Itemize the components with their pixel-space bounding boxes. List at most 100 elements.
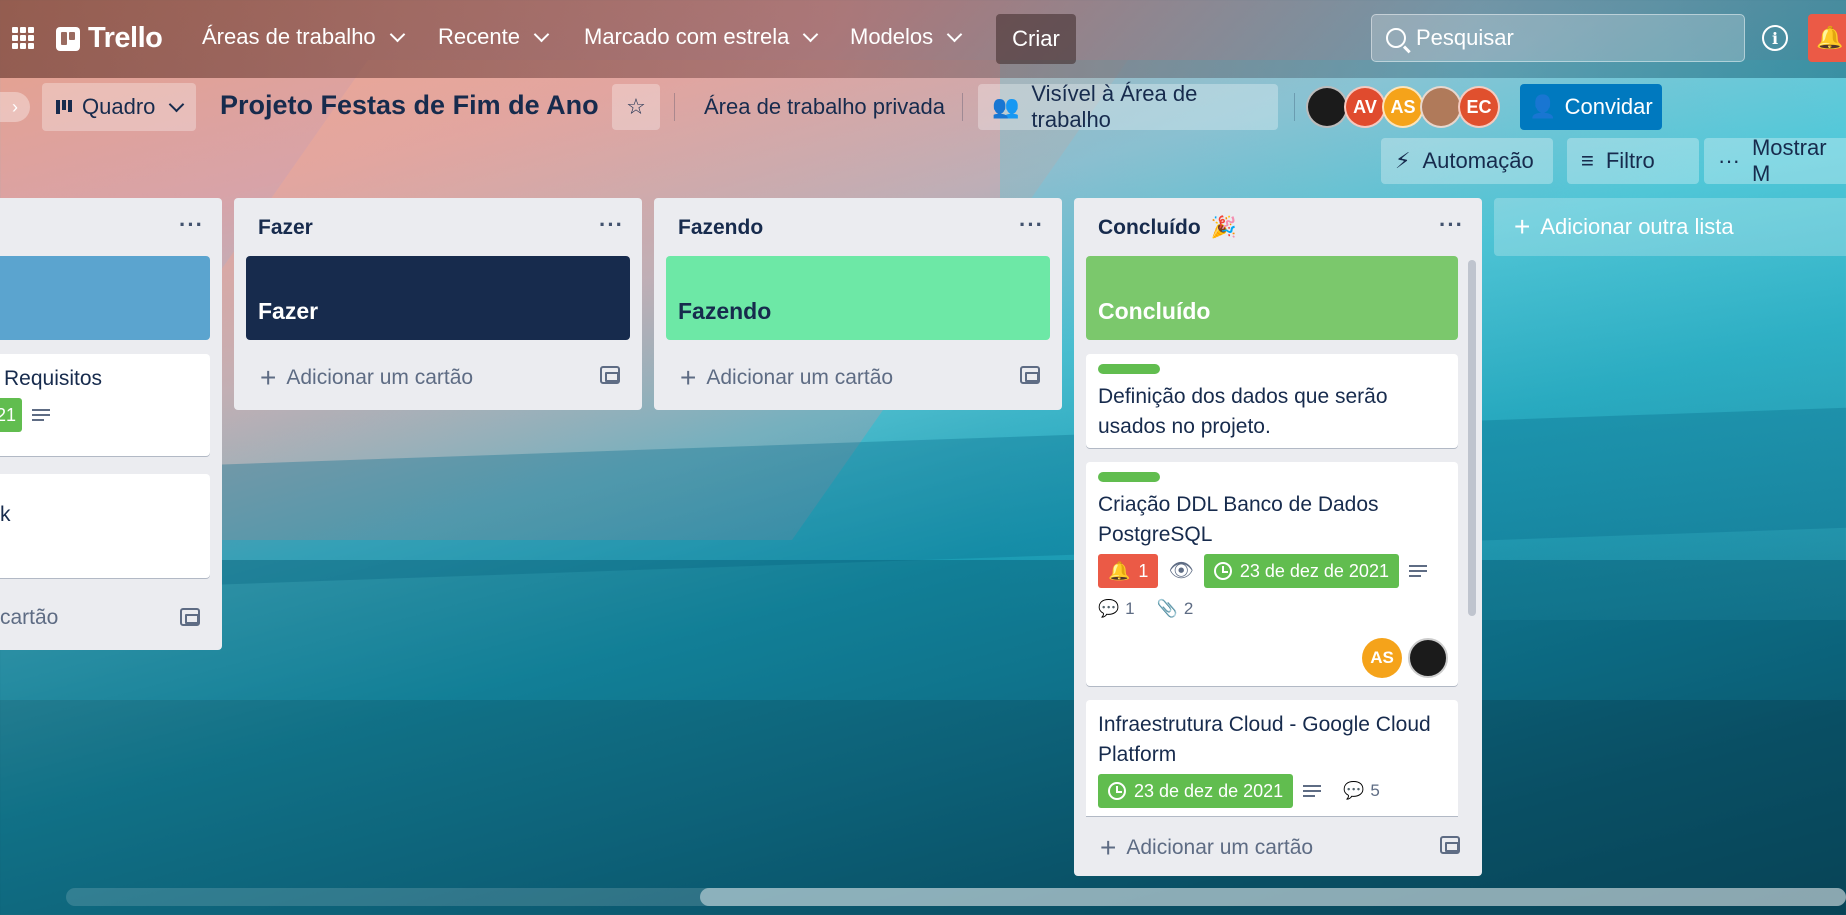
add-card-button[interactable]: + Adicionar um cartão bbox=[1100, 832, 1313, 864]
card-members: AS bbox=[1362, 638, 1448, 678]
divider bbox=[962, 93, 963, 121]
filter-icon: ≡ bbox=[1581, 148, 1594, 173]
workspace-visibility-button[interactable]: Área de trabalho privada bbox=[690, 84, 959, 130]
card-template-icon[interactable] bbox=[600, 366, 620, 384]
list-title[interactable]: Fazendo bbox=[678, 216, 763, 240]
card[interactable]: Infraestrutura Cloud - Google Cloud Plat… bbox=[1086, 700, 1458, 816]
plus-icon: + bbox=[1100, 832, 1117, 863]
star-board-button[interactable]: ☆ bbox=[612, 84, 660, 130]
menu-workspaces-label: Áreas de trabalho bbox=[202, 24, 376, 49]
invite-button[interactable]: 👤 Convidar bbox=[1520, 84, 1662, 130]
automation-label: Automação bbox=[1422, 148, 1534, 173]
due-date-badge[interactable]: 23 de dez de 2021 bbox=[1098, 774, 1294, 808]
avatar[interactable]: AV bbox=[1344, 86, 1386, 128]
menu-templates[interactable]: Modelos bbox=[850, 24, 963, 50]
comments-count: 5 bbox=[1370, 781, 1380, 800]
card[interactable]: Criação DDL Banco de Dados PostgreSQL 🔔 … bbox=[1086, 462, 1458, 686]
divider bbox=[1294, 93, 1295, 121]
list-fazer: Fazer ··· Fazer + Adicionar um cartão bbox=[234, 198, 642, 410]
info-icon[interactable]: i bbox=[1762, 25, 1788, 51]
background-shape bbox=[0, 560, 1846, 700]
more-icon: ··· bbox=[1718, 148, 1740, 173]
description-icon bbox=[1303, 785, 1322, 797]
add-list-button[interactable]: + Adicionar outra lista bbox=[1494, 198, 1846, 256]
add-card-button[interactable]: cartão bbox=[0, 606, 58, 630]
avatar[interactable]: EC bbox=[1458, 86, 1500, 128]
due-date: 23 de dez de 2021 bbox=[1239, 561, 1389, 581]
add-card-button[interactable]: + Adicionar um cartão bbox=[260, 362, 473, 394]
card-template-icon[interactable] bbox=[180, 608, 200, 626]
card-title: Requisitos bbox=[4, 367, 103, 390]
list-menu-icon[interactable]: ··· bbox=[599, 212, 624, 238]
due-date-badge[interactable]: 23 de dez de 2021 bbox=[1203, 554, 1399, 588]
background-shape bbox=[0, 407, 1846, 593]
create-button[interactable]: Criar bbox=[996, 14, 1076, 64]
app-switcher-icon[interactable] bbox=[12, 27, 34, 49]
show-menu-label: Mostrar M bbox=[1751, 135, 1827, 186]
chevron-down-icon bbox=[169, 96, 185, 112]
menu-starred-label: Marcado com estrela bbox=[584, 24, 790, 49]
card-template-icon[interactable] bbox=[1020, 366, 1040, 384]
chevron-down-icon bbox=[803, 26, 819, 42]
list-menu-icon[interactable]: ··· bbox=[1439, 212, 1464, 238]
card-title: Criação DDL Banco de Dados PostgreSQL bbox=[1098, 493, 1379, 546]
notification-badge: 🔔 1 bbox=[1098, 554, 1159, 588]
card[interactable]: k bbox=[0, 474, 210, 578]
description-icon bbox=[32, 409, 51, 421]
add-card-button[interactable]: + Adicionar um cartão bbox=[680, 362, 893, 394]
divider bbox=[674, 93, 675, 121]
filter-button[interactable]: ≡ Filtro bbox=[1567, 138, 1699, 184]
board-visibility-button[interactable]: 👥 Visível à Área de trabalho bbox=[978, 81, 1278, 132]
add-card-label: Adicionar um cartão bbox=[706, 366, 894, 389]
show-menu-button[interactable]: ··· Mostrar M bbox=[1704, 135, 1846, 186]
board-view-switcher[interactable]: Quadro bbox=[42, 83, 196, 131]
list-menu-icon[interactable]: ··· bbox=[1019, 212, 1044, 238]
cover-card[interactable]: Fazer bbox=[246, 256, 630, 340]
menu-recent[interactable]: Recente bbox=[438, 24, 550, 50]
party-icon: 🎉 bbox=[1210, 216, 1237, 239]
avatar[interactable] bbox=[1408, 638, 1448, 678]
chevron-down-icon bbox=[389, 26, 405, 42]
avatar[interactable] bbox=[1306, 86, 1348, 128]
avatar[interactable]: AS bbox=[1382, 86, 1424, 128]
card[interactable]: Requisitos 21 bbox=[0, 354, 210, 456]
attachments-count: 2 bbox=[1183, 599, 1194, 618]
list-header[interactable]: Concluído 🎉 bbox=[1098, 216, 1237, 240]
background-shape bbox=[0, 700, 1846, 915]
star-icon: ☆ bbox=[626, 94, 646, 119]
clock-icon bbox=[1213, 562, 1232, 580]
expand-sidebar-button[interactable]: › bbox=[0, 92, 30, 122]
avatar[interactable]: AS bbox=[1362, 638, 1402, 678]
avatar[interactable] bbox=[1420, 86, 1462, 128]
notification-count: 1 bbox=[1138, 561, 1149, 581]
menu-workspaces[interactable]: Áreas de trabalho bbox=[202, 24, 405, 50]
horizontal-scrollbar-thumb[interactable] bbox=[700, 888, 1846, 906]
comment-icon: 💬 bbox=[1343, 781, 1365, 800]
list-menu-icon[interactable]: ··· bbox=[179, 212, 204, 238]
search-input[interactable]: Pesquisar bbox=[1371, 14, 1745, 62]
trello-logo[interactable]: Trello bbox=[56, 22, 163, 55]
cover-card[interactable] bbox=[0, 256, 210, 340]
chevron-right-icon: › bbox=[12, 96, 18, 117]
board-view-label: Quadro bbox=[82, 94, 156, 119]
search-icon bbox=[1386, 28, 1406, 48]
card-template-icon[interactable] bbox=[1440, 836, 1460, 854]
search-placeholder: Pesquisar bbox=[1416, 25, 1514, 50]
notifications-button[interactable]: 🔔 bbox=[1808, 14, 1846, 62]
list-title[interactable]: Fazer bbox=[258, 216, 313, 240]
card[interactable]: Definição dos dados que serão usados no … bbox=[1086, 354, 1458, 448]
cover-card[interactable]: Fazendo bbox=[666, 256, 1050, 340]
board-title[interactable]: Projeto Festas de Fim de Ano bbox=[220, 90, 599, 121]
attachments-badge: 📎 2 bbox=[1157, 594, 1194, 624]
comments-count: 1 bbox=[1125, 599, 1135, 618]
card-title: Infraestrutura Cloud - Google Cloud Plat… bbox=[1098, 713, 1431, 766]
automation-button[interactable]: ⚡ Automação bbox=[1381, 138, 1553, 184]
comments-badge: 💬 1 bbox=[1098, 594, 1135, 624]
menu-recent-label: Recente bbox=[438, 24, 520, 49]
menu-starred[interactable]: Marcado com estrela bbox=[584, 24, 819, 50]
chevron-down-icon bbox=[946, 26, 963, 42]
cover-card[interactable]: Concluído bbox=[1086, 256, 1458, 340]
bell-icon: 🔔 bbox=[1816, 25, 1844, 50]
plus-icon: + bbox=[260, 362, 277, 393]
list-scrollbar[interactable] bbox=[1468, 260, 1476, 616]
